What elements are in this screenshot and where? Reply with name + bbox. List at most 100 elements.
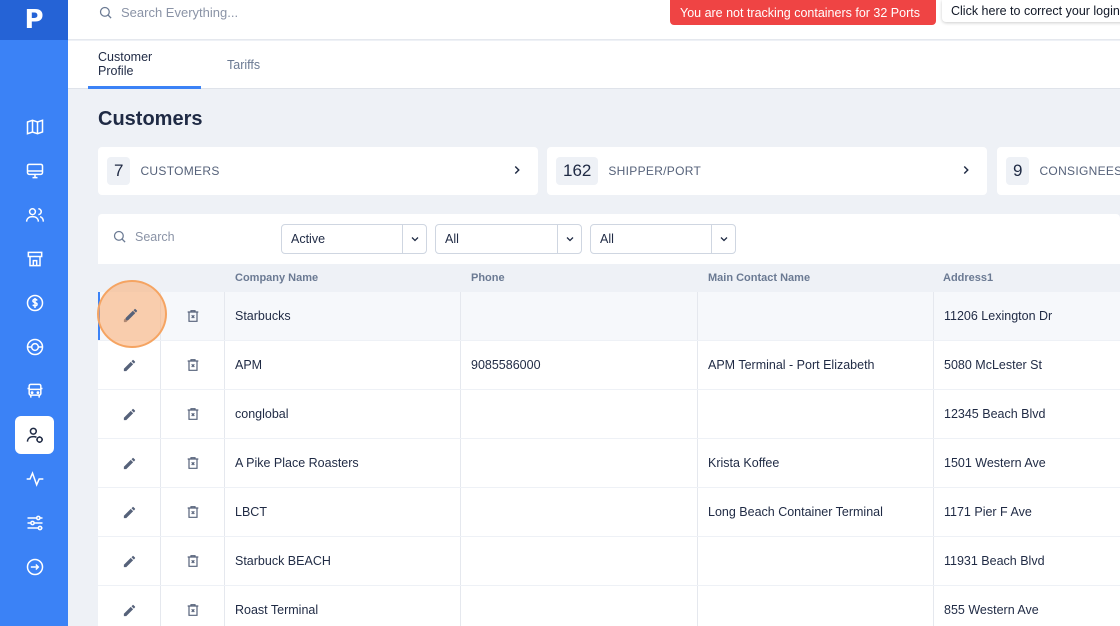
column-address1[interactable]: Address1 <box>943 264 993 292</box>
global-search[interactable]: Search Everything... <box>98 0 238 24</box>
trash-icon <box>187 359 198 371</box>
cell-contact <box>698 537 934 585</box>
tabs-bar: Customer Profile Tariffs <box>68 41 1120 89</box>
cell-contact <box>698 292 934 340</box>
table-row[interactable]: A Pike Place Roasters Krista Koffee 1501… <box>98 439 1120 487</box>
pencil-icon <box>123 604 135 616</box>
monitor-icon <box>26 163 43 179</box>
tab-customer-profile[interactable]: Customer Profile <box>88 41 201 89</box>
sidebar-item-dashboard[interactable] <box>15 152 54 190</box>
cell-phone <box>461 586 698 626</box>
edit-button[interactable] <box>98 537 161 585</box>
app-logo[interactable]: P <box>0 0 68 40</box>
delete-button[interactable] <box>161 390 225 438</box>
pencil-icon <box>123 457 135 469</box>
filter-select-2[interactable]: All <box>435 224 582 254</box>
summary-label: CONSIGNEES <box>1039 164 1120 178</box>
table-row[interactable]: conglobal 12345 Beach Blvd <box>98 390 1120 438</box>
table-row[interactable]: APM 9085586000 APM Terminal - Port Eliza… <box>98 341 1120 389</box>
column-company-name[interactable]: Company Name <box>235 264 318 292</box>
dollar-icon <box>26 294 43 312</box>
chevron-right-icon <box>963 165 969 175</box>
cell-contact: Krista Koffee <box>698 439 934 487</box>
cell-address: 1501 Western Ave <box>944 456 1046 470</box>
sidebar-item-settings[interactable] <box>15 504 54 542</box>
table-row[interactable]: Starbucks 11206 Lexington Dr <box>98 292 1120 340</box>
cell-contact: APM Terminal - Port Elizabeth <box>698 341 934 389</box>
chevron-down-icon <box>411 237 418 242</box>
filter-select-value: All <box>445 232 459 246</box>
delete-button[interactable] <box>161 488 225 536</box>
tab-tariffs[interactable]: Tariffs <box>227 41 260 89</box>
user-settings-icon <box>26 427 43 443</box>
cell-company: Starbuck BEACH <box>225 537 461 585</box>
column-phone[interactable]: Phone <box>471 264 505 292</box>
search-icon <box>99 6 112 19</box>
edit-button[interactable] <box>98 439 161 487</box>
global-search-input[interactable]: Search Everything... <box>121 5 238 20</box>
edit-button[interactable] <box>98 341 161 389</box>
delete-button[interactable] <box>161 292 225 340</box>
cell-address: 12345 Beach Blvd <box>944 407 1046 421</box>
delete-button[interactable] <box>161 537 225 585</box>
summary-count: 162 <box>556 157 599 185</box>
cell-address: 855 Western Ave <box>944 603 1039 617</box>
correct-login-button[interactable]: Click here to correct your login <box>942 0 1120 22</box>
status-select[interactable]: Active <box>281 224 427 254</box>
activity-icon <box>26 471 43 487</box>
sidebar-item-tracking[interactable] <box>15 328 54 366</box>
filter-select-3[interactable]: All <box>590 224 736 254</box>
page-title: Customers <box>98 108 203 130</box>
sidebar-item-store[interactable] <box>15 240 54 278</box>
column-main-contact[interactable]: Main Contact Name <box>708 264 810 292</box>
delete-button[interactable] <box>161 439 225 487</box>
sidebar-item-billing[interactable] <box>15 284 54 322</box>
globe-icon <box>26 338 43 356</box>
sidebar-item-users[interactable] <box>15 196 54 234</box>
table-row[interactable]: Roast Terminal 855 Western Ave <box>98 586 1120 626</box>
cell-contact <box>698 586 934 626</box>
chevron-right-icon <box>514 165 520 175</box>
trash-icon <box>187 555 198 567</box>
edit-button[interactable] <box>98 390 161 438</box>
pencil-icon <box>123 359 135 371</box>
sidebar-item-logout[interactable] <box>15 548 54 586</box>
table-search-input[interactable]: Search <box>135 230 175 244</box>
delete-button[interactable] <box>161 341 225 389</box>
pencil-icon <box>123 555 135 567</box>
summary-label: SHIPPER/PORT <box>608 164 702 178</box>
delete-button[interactable] <box>161 586 225 626</box>
status-select-value: Active <box>291 232 326 246</box>
table-row[interactable]: Starbuck BEACH 11931 Beach Blvd <box>98 537 1120 585</box>
cell-phone <box>461 537 698 585</box>
pencil-icon <box>125 308 138 321</box>
sidebar-item-customers[interactable] <box>15 416 54 454</box>
cell-contact: Long Beach Container Terminal <box>698 488 934 536</box>
pencil-icon <box>123 408 135 420</box>
pencil-icon <box>123 506 135 518</box>
sliders-icon <box>27 515 42 531</box>
sidebar-item-fleet[interactable] <box>15 372 54 410</box>
table-row[interactable]: LBCT Long Beach Container Terminal 1171 … <box>98 488 1120 536</box>
cell-address: 5080 McLester St <box>944 358 1042 372</box>
logout-icon <box>26 558 43 576</box>
summary-count: 7 <box>107 157 131 185</box>
cell-contact <box>698 390 934 438</box>
chevron-down-icon <box>566 237 573 242</box>
cell-company: APM <box>225 341 461 389</box>
summary-card-customers[interactable]: 7 CUSTOMERS <box>98 147 538 195</box>
tracking-alert: You are not tracking containers for 32 P… <box>670 0 936 25</box>
cell-company: A Pike Place Roasters <box>225 439 461 487</box>
filter-select-value: All <box>600 232 614 246</box>
sidebar-item-reports[interactable] <box>15 460 54 498</box>
cell-phone <box>461 390 698 438</box>
table-search[interactable]: Search <box>112 229 175 244</box>
store-icon <box>27 251 42 267</box>
edit-button[interactable] <box>98 586 161 626</box>
summary-card-shipper-port[interactable]: 162 SHIPPER/PORT <box>547 147 987 195</box>
cell-company: Starbucks <box>225 292 461 340</box>
sidebar-item-map[interactable] <box>15 108 54 146</box>
summary-card-consignees[interactable]: 9 CONSIGNEES <box>997 147 1120 195</box>
sidebar: P <box>0 0 68 626</box>
edit-button[interactable] <box>98 488 161 536</box>
